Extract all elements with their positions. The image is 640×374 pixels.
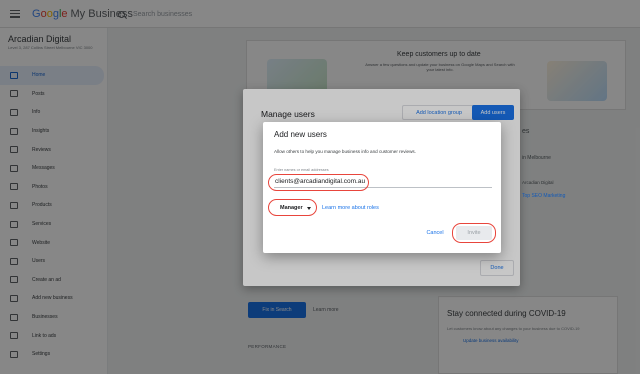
highlight-ring [268, 199, 317, 216]
learn-roles-link[interactable]: Learn more about roles [322, 202, 379, 214]
highlight-ring [452, 223, 496, 243]
cancel-button[interactable]: Cancel [421, 226, 449, 240]
dialog-title: Add new users [274, 130, 327, 139]
highlight-ring [268, 174, 369, 191]
email-field-label: Enter names or email addresses [274, 168, 329, 172]
dialog-description: Allow others to help you manage business… [274, 149, 416, 154]
add-users-dialog: Add new users Allow others to help you m… [263, 122, 501, 253]
